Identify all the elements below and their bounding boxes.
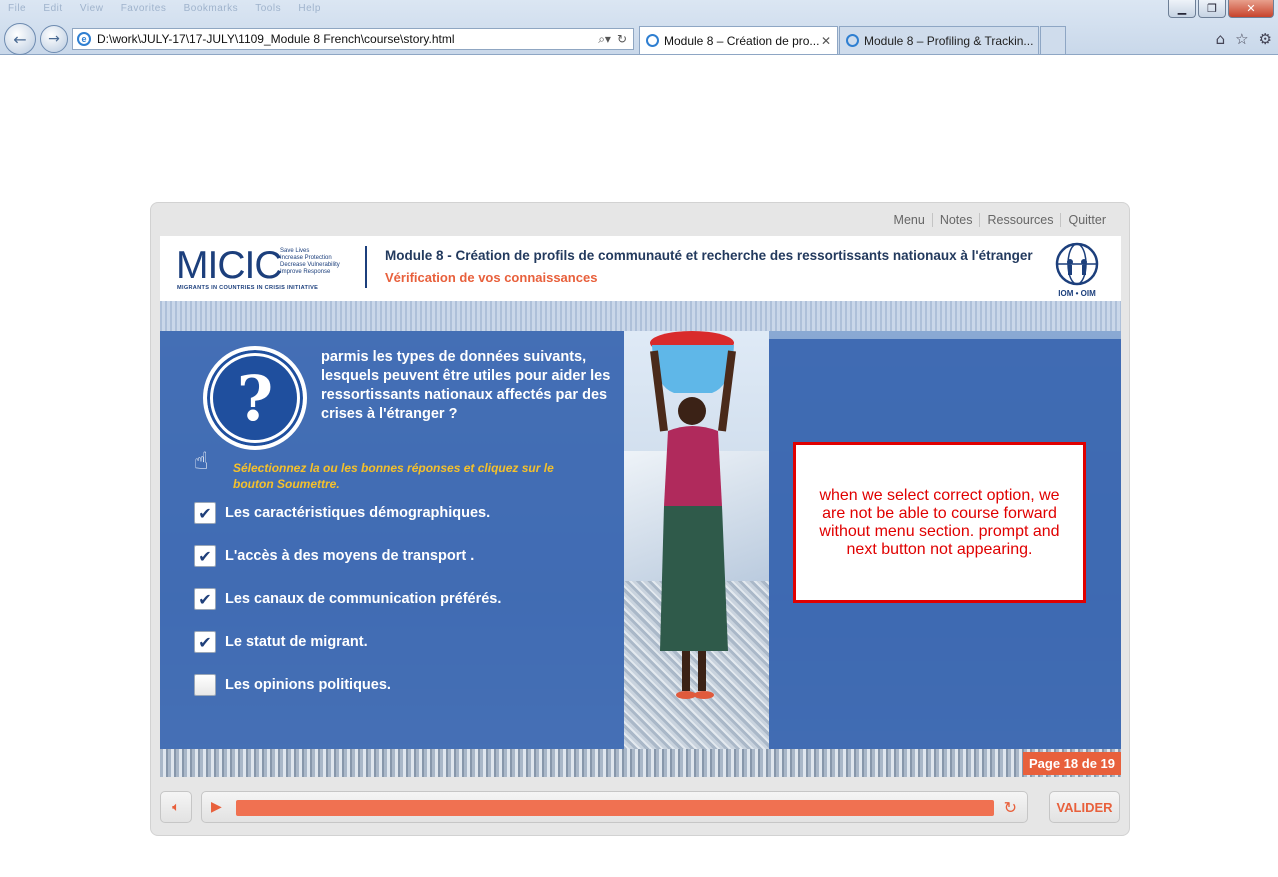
logo-tagline-line: Improve Response <box>280 269 331 275</box>
menu-file[interactable]: File <box>8 3 26 14</box>
option-label: Les caractéristiques démographiques. <box>225 505 491 521</box>
seekbar-control: ▶ ↻ <box>201 791 1028 823</box>
new-tab-button[interactable] <box>1040 26 1066 54</box>
checkbox-checked[interactable]: ✔ <box>194 631 216 653</box>
option-communication[interactable]: ✔ Les canaux de communication préférés. <box>194 586 614 612</box>
search-icon[interactable]: ⌕▾ <box>598 32 611 47</box>
volume-button[interactable]: 🔈︎ <box>160 791 192 823</box>
logo-text: MICIC <box>176 244 282 287</box>
arrow-left-icon: ← <box>13 29 27 49</box>
menu-bookmarks[interactable]: Bookmarks <box>184 3 239 14</box>
slide-header: MICIC Save Lives Increase Protection Dec… <box>160 236 1121 301</box>
tab-label: Module 8 – Création de pro... <box>664 33 820 48</box>
address-url[interactable]: D:\work\JULY-17\17-JULY\1109_Module 8 Fr… <box>97 32 598 46</box>
menu-help[interactable]: Help <box>298 3 321 14</box>
logo-subtitle: MIGRANTS IN COUNTRIES IN CRISIS INITIATI… <box>177 285 319 291</box>
ie-page-icon: e <box>77 32 91 46</box>
option-label: L'accès à des moyens de transport . <box>225 548 475 564</box>
option-transport[interactable]: ✔ L'accès à des moyens de transport . <box>194 543 614 569</box>
annotation-text: when we select correct option, we are no… <box>819 486 1060 558</box>
option-political-opinions[interactable]: Les opinions politiques. <box>194 672 614 698</box>
restore-icon[interactable]: ❐ <box>1198 0 1226 18</box>
option-demographics[interactable]: ✔ Les caractéristiques démographiques. <box>194 500 614 526</box>
pointing-hand-icon: ☝ <box>194 447 209 475</box>
woman-carrying-basin-photo <box>624 331 769 777</box>
checkbox-checked[interactable]: ✔ <box>194 588 216 610</box>
replay-icon[interactable]: ↻ <box>1004 798 1017 817</box>
iom-text: IOM • OIM <box>1058 289 1096 298</box>
arrow-right-icon: → <box>48 31 60 47</box>
ie-tab-icon <box>646 34 659 47</box>
page-number: Page 18 de 19 <box>1023 752 1121 775</box>
logo-tagline: Save Lives Increase Protection Decrease … <box>280 248 340 276</box>
tab-close-icon[interactable]: ✕ <box>821 34 831 48</box>
menu-favorites[interactable]: Favorites <box>121 3 167 14</box>
logo-tagline-line: Save Lives <box>280 248 310 254</box>
option-label: Les opinions politiques. <box>225 677 391 693</box>
question-text: parmis les types de données suivants, le… <box>321 349 611 422</box>
checkbox-unchecked[interactable] <box>194 674 216 696</box>
menu-edit[interactable]: Edit <box>43 3 62 14</box>
seekbar-fill <box>236 800 994 816</box>
menu-bar: File Edit View Favorites Bookmarks Tools… <box>8 3 335 14</box>
dot-pattern <box>160 301 1121 331</box>
address-bar[interactable]: e D:\work\JULY-17\17-JULY\1109_Module 8 … <box>72 28 634 50</box>
iom-globe-icon <box>1055 242 1099 286</box>
instruction-text: Sélectionnez la ou les bonnes réponses e… <box>233 461 554 491</box>
menu-tools[interactable]: Tools <box>255 3 281 14</box>
logo-tagline-line: Decrease Vulnerability <box>280 262 340 268</box>
favorites-star-icon[interactable]: ☆ <box>1235 30 1248 48</box>
minimize-icon[interactable]: ▁ <box>1168 0 1196 18</box>
ie-tab-icon <box>846 34 859 47</box>
notes-link[interactable]: Notes <box>931 213 980 227</box>
option-label: Le statut de migrant. <box>225 634 368 650</box>
option-label: Les canaux de communication préférés. <box>225 591 502 607</box>
home-icon[interactable]: ⌂ <box>1216 30 1226 48</box>
menu-link[interactable]: Menu <box>887 213 932 227</box>
module-subtitle: Vérification de vos connaissances <box>385 270 598 285</box>
header-divider <box>365 246 367 288</box>
checkbox-checked[interactable]: ✔ <box>194 545 216 567</box>
player-top-links: Menu Notes Ressources Quitter <box>887 213 1113 227</box>
back-button[interactable]: ← <box>4 23 36 55</box>
tab-active[interactable]: Module 8 – Création de pro... ✕ <box>639 26 838 54</box>
speaker-icon: 🔈︎ <box>172 799 180 815</box>
option-migrant-status[interactable]: ✔ Le statut de migrant. <box>194 629 614 655</box>
gear-icon[interactable]: ⚙ <box>1259 30 1272 48</box>
close-window-icon[interactable]: ✕ <box>1228 0 1274 18</box>
seekbar-track[interactable] <box>236 800 994 816</box>
woman-figure <box>650 331 736 699</box>
logo-tagline-line: Increase Protection <box>280 255 332 261</box>
menu-view[interactable]: View <box>80 3 104 14</box>
toolbar-icons: ⌂ ☆ ⚙ <box>1216 30 1272 48</box>
annotation-callout: when we select correct option, we are no… <box>793 442 1086 603</box>
quit-link[interactable]: Quitter <box>1060 213 1113 227</box>
resources-link[interactable]: Ressources <box>979 213 1060 227</box>
checkbox-checked[interactable]: ✔ <box>194 502 216 524</box>
question-icon: ? <box>203 346 307 450</box>
submit-button[interactable]: VALIDER <box>1049 791 1120 823</box>
forward-button[interactable]: → <box>40 25 68 53</box>
play-icon[interactable]: ▶ <box>211 799 222 815</box>
micic-logo: MICIC Save Lives Increase Protection Dec… <box>176 245 346 293</box>
refresh-icon[interactable]: ↻ <box>617 32 627 46</box>
browser-chrome: File Edit View Favorites Bookmarks Tools… <box>0 0 1278 55</box>
ground-strip <box>160 749 1121 777</box>
module-title: Module 8 - Création de profils de commun… <box>385 248 1033 263</box>
tab-inactive[interactable]: Module 8 – Profiling & Trackin... <box>839 26 1039 54</box>
tab-label: Module 8 – Profiling & Trackin... <box>864 33 1034 48</box>
iom-logo: IOM • OIM <box>1047 242 1107 298</box>
window-controls: ▁ ❐ ✕ <box>1168 0 1274 18</box>
